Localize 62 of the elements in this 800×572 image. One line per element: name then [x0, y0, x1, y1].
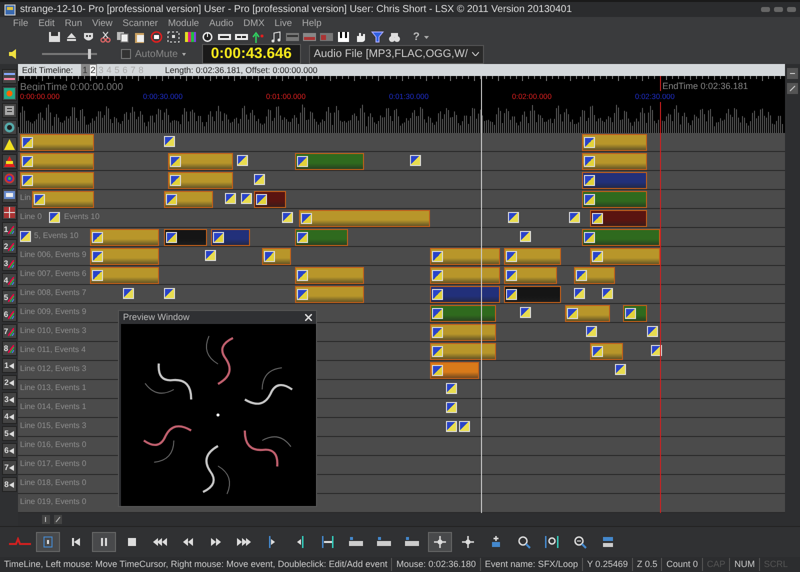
timeline-page-tab[interactable]: 1	[81, 64, 90, 76]
line-label: Line 019, Events 0	[20, 496, 86, 508]
y-value: Y 0.25469	[582, 558, 632, 572]
layer-button[interactable]: 4	[2, 273, 16, 288]
event-name: Event name: SFX/Loop	[480, 558, 582, 572]
output-button[interactable]: 8	[2, 477, 16, 492]
timeline-label: Edit Timeline:	[22, 64, 74, 76]
menu-item[interactable]: Help	[296, 17, 327, 30]
event-count: Count 0	[661, 558, 702, 572]
line-label: Line 014, Events 1	[20, 401, 86, 413]
line-label: Line 018, Events 0	[20, 477, 86, 489]
line-label: Line 010, Events 3	[20, 325, 86, 337]
line-label: Line 012, Events 3	[20, 363, 86, 375]
line-label: 5, Events 10	[34, 230, 78, 242]
menu-item[interactable]: Live	[270, 17, 297, 30]
z-value: Z 0.5	[632, 558, 662, 572]
output-button[interactable]: 3	[2, 392, 16, 407]
line-label: Lin	[20, 192, 31, 204]
output-button[interactable]: 2	[2, 375, 16, 390]
line-label: Line 009, Events 9	[20, 306, 86, 318]
preview-window-title: Preview Window	[123, 310, 190, 324]
line-label: Line 016, Events 0	[20, 439, 86, 451]
output-button[interactable]: 6	[2, 443, 16, 458]
key-indicator: NUM	[729, 558, 759, 572]
menu-item[interactable]: File	[8, 17, 34, 30]
window-title: strange-12-10- Pro [professional version] User - Pro [professional version] User: Chris Short - LSX © 2011 Version 20130401	[20, 3, 572, 17]
status-hint: TimeLine, Left mouse: Move TimeCursor, Right mouse: Move event, Doubleclick: Edit/Add event	[3, 558, 388, 572]
timeline-page-tab[interactable]: 2	[89, 64, 98, 76]
output-button[interactable]: 4	[2, 409, 16, 424]
automute-label: AutoMute	[135, 48, 178, 62]
line-label: Line 006, Events 9	[20, 249, 86, 261]
output-button[interactable]: 5	[2, 426, 16, 441]
layer-button[interactable]: 1	[2, 222, 16, 237]
layer-button[interactable]: 8	[2, 341, 16, 356]
line-label: Line 013, Events 1	[20, 382, 86, 394]
menu-item[interactable]: Audio	[204, 17, 238, 30]
audio-source-dropdown[interactable]: Audio File [MP3,FLAC,OGG,W/	[308, 44, 484, 64]
menu-item[interactable]: Edit	[33, 17, 60, 30]
line-label: Events 10	[64, 211, 100, 223]
layer-button[interactable]: 2	[2, 239, 16, 254]
line-label: Line 011, Events 4	[20, 344, 86, 356]
help-button[interactable]: ?	[413, 28, 420, 46]
menu-item[interactable]: View	[87, 17, 118, 30]
output-button[interactable]: 1	[2, 358, 16, 373]
menu-item[interactable]: Run	[60, 17, 88, 30]
line-label: Line 008, Events 7	[20, 287, 86, 299]
line-label: Line 017, Events 0	[20, 458, 86, 470]
begin-time-label: BeginTime 0:00:00.000	[20, 81, 124, 94]
time-display: 0:00:43.646	[202, 44, 301, 64]
layer-button[interactable]: 6	[2, 307, 16, 322]
layer-button[interactable]: 3	[2, 256, 16, 271]
menu-item[interactable]: Module	[162, 17, 204, 30]
timeline-info: Length: 0:02:36.181, Offset: 0:00:00.000	[165, 64, 318, 76]
line-label: Line 007, Events 6	[20, 268, 86, 280]
line-label: Line 015, Events 3	[20, 420, 86, 432]
layer-button[interactable]: 5	[2, 290, 16, 305]
output-button[interactable]: 7	[2, 460, 16, 475]
menu-item[interactable]: DMX	[238, 17, 270, 30]
line-label: Line 0	[20, 211, 42, 223]
menu-item[interactable]: Scanner	[118, 17, 163, 30]
mouse-position: Mouse: 0:02:36.180	[391, 558, 480, 572]
layer-button[interactable]: 7	[2, 324, 16, 339]
